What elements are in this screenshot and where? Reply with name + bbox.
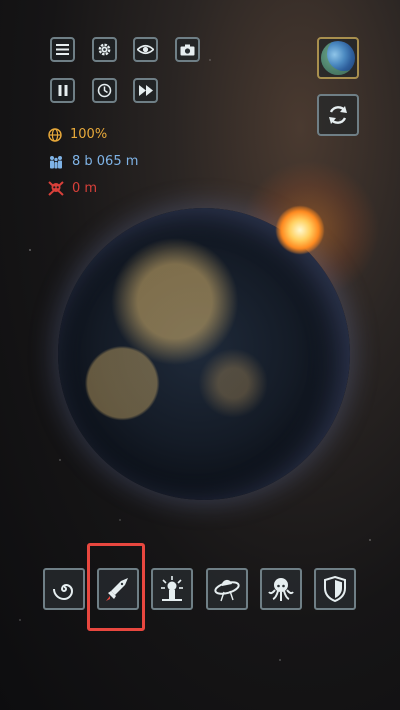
camera-icon xyxy=(180,44,195,55)
menu-icon xyxy=(56,44,69,55)
shield-tool[interactable] xyxy=(314,568,356,610)
explosion-tool[interactable] xyxy=(151,568,193,610)
sun xyxy=(276,206,324,254)
time-button[interactable] xyxy=(92,78,117,103)
planet-select-button[interactable] xyxy=(317,37,359,79)
earth-thumbnail-icon xyxy=(321,41,355,75)
deaths-value: 0 m xyxy=(72,181,98,196)
deaths-stat: 0 m xyxy=(48,181,97,196)
pause-button[interactable] xyxy=(50,78,75,103)
pause-icon xyxy=(58,85,67,96)
people-icon xyxy=(50,155,62,168)
integrity-value: 100% xyxy=(70,127,108,142)
spiral-icon xyxy=(53,583,74,601)
skull-icon xyxy=(48,181,64,196)
selected-tool-highlight xyxy=(87,543,145,631)
ufo-tool[interactable] xyxy=(206,568,248,610)
fast-forward-button[interactable] xyxy=(133,78,158,103)
fast-forward-icon xyxy=(138,85,153,96)
population-value: 8 b 065 m xyxy=(72,154,139,169)
integrity-stat: 100% xyxy=(48,127,107,142)
blast-icon xyxy=(161,576,183,601)
settings-button[interactable] xyxy=(92,37,117,62)
octopus-icon xyxy=(268,578,294,601)
rotate-button[interactable] xyxy=(317,94,359,136)
refresh-icon xyxy=(329,106,347,124)
eye-icon xyxy=(137,44,154,55)
shield-icon xyxy=(324,576,346,602)
menu-button[interactable] xyxy=(50,37,75,62)
gear-icon xyxy=(98,43,111,56)
monster-tool[interactable] xyxy=(260,568,302,610)
clock-icon xyxy=(97,83,112,98)
screenshot-button[interactable] xyxy=(175,37,200,62)
globe-icon xyxy=(48,127,62,142)
ufo-icon xyxy=(214,579,240,602)
black-hole-tool[interactable] xyxy=(43,568,85,610)
population-stat: 8 b 065 m xyxy=(48,154,138,169)
view-button[interactable] xyxy=(133,37,158,62)
